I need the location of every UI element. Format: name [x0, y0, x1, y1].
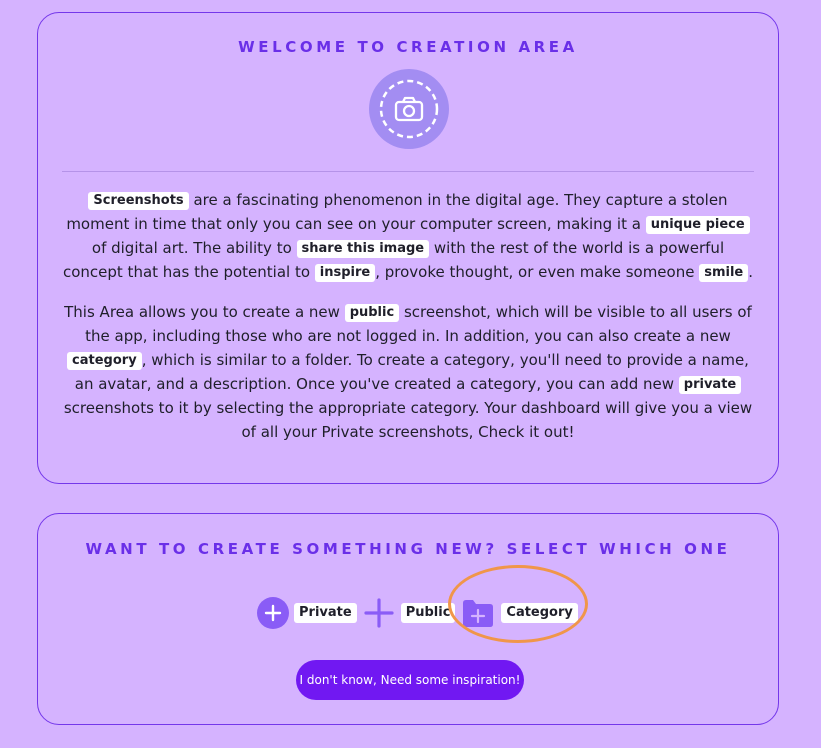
intro-paragraph: Screenshots are a fascinating phenomenon…	[60, 188, 756, 284]
category-option-button[interactable]: Category	[461, 598, 578, 628]
folder-plus-icon	[463, 600, 494, 627]
private-option-label: Private	[294, 603, 357, 623]
create-options: Private Public Category	[256, 596, 578, 630]
create-card: WANT TO CREATE SOMETHING NEW? SELECT WHI…	[37, 513, 779, 725]
keyword-tag: private	[678, 376, 742, 394]
camera-avatar	[369, 69, 449, 149]
keyword-tag: category	[67, 352, 142, 370]
welcome-card: WELCOME TO CREATION AREA Screenshots are…	[37, 12, 779, 484]
divider	[62, 171, 754, 172]
info-paragraph: This Area allows you to create a new pub…	[60, 300, 756, 444]
keyword-tag: unique piece	[645, 216, 750, 234]
paragraph-text: .	[748, 263, 754, 281]
keyword-tag: inspire	[314, 264, 376, 282]
paragraph-text: screenshots to it by selecting the appro…	[63, 399, 753, 441]
keyword-tag: share this image	[296, 240, 430, 258]
paragraph-text: , provoke thought, or even make someone	[375, 263, 700, 281]
public-option-label: Public	[400, 603, 456, 623]
keyword-tag: smile	[699, 264, 749, 282]
keyword-tag: Screenshots	[88, 192, 189, 210]
welcome-title: WELCOME TO CREATION AREA	[238, 38, 578, 56]
public-option-button[interactable]: Public	[363, 597, 456, 629]
paragraph-text: This Area allows you to create a new	[64, 303, 345, 321]
plus-icon	[364, 598, 394, 628]
plus-circle-icon	[257, 597, 289, 629]
private-option-button[interactable]: Private	[256, 596, 357, 630]
paragraph-text: of digital art. The ability to	[91, 239, 297, 257]
inspiration-button[interactable]: I don't know, Need some inspiration!	[296, 660, 524, 700]
create-title: WANT TO CREATE SOMETHING NEW? SELECT WHI…	[85, 540, 731, 558]
camera-icon	[379, 79, 439, 139]
keyword-tag: public	[344, 304, 400, 322]
category-option-label: Category	[501, 603, 578, 623]
paragraph-text: , which is similar to a folder. To creat…	[74, 351, 749, 393]
